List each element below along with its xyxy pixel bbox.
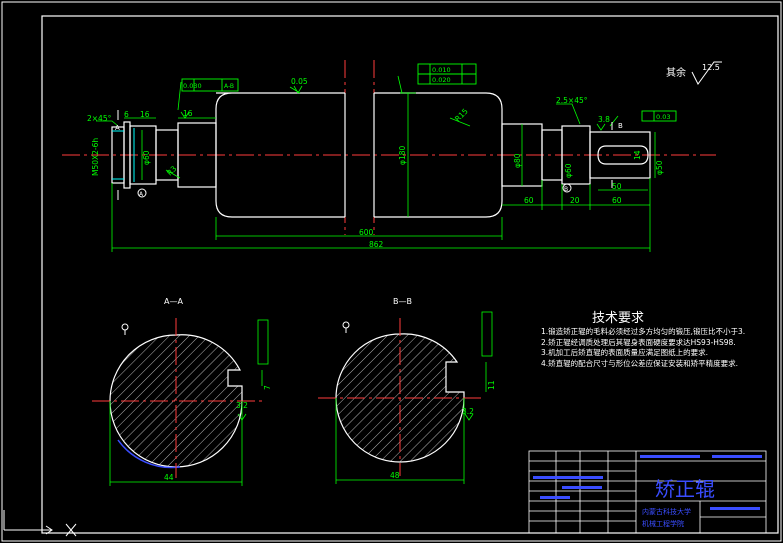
dim-len-16b: 16: [183, 109, 193, 118]
requirement-item: 4.矫直辊的配合尺寸与形位公差应保证安装和矫平精度要求.: [541, 358, 739, 368]
title-school-line2: 机械工程学院: [642, 519, 684, 528]
section-label-a: A: [115, 124, 120, 132]
section-bb-title: B—B: [393, 297, 412, 306]
dim-rough-38: 3.8: [598, 115, 610, 124]
dim-len-16a: 16: [140, 110, 150, 119]
datum-circle-b: B: [564, 186, 568, 193]
dim-radius-r3: R3: [165, 164, 179, 178]
section-label-b: B: [618, 122, 623, 130]
dim-rough-005: 0.05: [291, 77, 308, 86]
section-bb-rough: 3.2: [462, 407, 474, 416]
dim-len-60a: 60: [524, 196, 534, 205]
section-bb-key: 11: [487, 380, 496, 390]
section-aa-title: A—A: [164, 297, 183, 306]
roughness-note-label: 其余: [666, 66, 686, 79]
gdt-tol-b: 0.010: [432, 66, 451, 74]
dim-dia-right-end: φ50: [655, 160, 664, 175]
gdt-tol-a: 0.030: [183, 82, 202, 90]
section-bb: B—B 48 11 3.2: [318, 297, 496, 484]
dim-dia-left: φ60: [142, 150, 151, 165]
dim-len-600: 600: [359, 228, 374, 237]
requirement-item: 1.锻造矫正辊的毛料必须经过多方均匀的锻压,锻压比不小于3.: [541, 327, 746, 336]
gdt-tol-d: 0.03: [656, 113, 670, 121]
section-aa-key: 7: [263, 385, 272, 390]
section-aa-depth: 44: [164, 473, 174, 482]
title-school-line1: 内蒙古科技大学: [642, 507, 691, 516]
title-block-fills: [533, 455, 762, 510]
cad-drawing-canvas[interactable]: 其余 12.5 2×45° 6 16 16 0.05 2.5×45° 3.8 6…: [0, 0, 783, 543]
requirement-item: 2.矫正辊经调质处理后其辊身表面硬度要求达HS93-HS98.: [541, 337, 736, 347]
dim-len-862: 862: [369, 240, 384, 249]
section-aa: A—A 44 7 3.2: [92, 297, 272, 486]
dim-radius-r15: R15: [453, 106, 470, 123]
requirements-list: 1.锻造矫正辊的毛料必须经过多方均匀的锻压,锻压比不小于3. 2.矫正辊经调质处…: [541, 327, 746, 369]
dim-chamfer-left: 2×45°: [87, 114, 112, 123]
ucs-icon: [3, 510, 77, 537]
dim-len-6: 6: [124, 110, 129, 119]
requirements-title: 技术要求: [592, 311, 645, 326]
dim-dia-body: φ180: [398, 146, 407, 165]
dim-len-20: 20: [570, 196, 580, 205]
dim-chamfer-right: 2.5×45°: [556, 96, 588, 105]
dim-thread-left: M50X2-6h: [91, 138, 100, 176]
roughness-note-value: 12.5: [702, 63, 720, 72]
dim-dia-right-b: φ60: [564, 163, 573, 178]
title-part-name: 矫正辊: [655, 477, 715, 501]
section-aa-rough: 3.2: [236, 401, 248, 410]
requirement-item: 3.机加工后矫直辊的表面质量应满足图纸上的要求.: [541, 348, 709, 357]
gdt-tol-c: 0.020: [432, 76, 451, 84]
dim-dia-right-a: φ80: [513, 153, 522, 168]
dim-len-60b: 60: [612, 196, 622, 205]
section-bb-depth: 48: [390, 471, 400, 480]
dim-len-50: 50: [612, 182, 622, 191]
dim-key-len: 14: [633, 150, 642, 160]
gdt-datum-a: A-B: [224, 83, 234, 90]
